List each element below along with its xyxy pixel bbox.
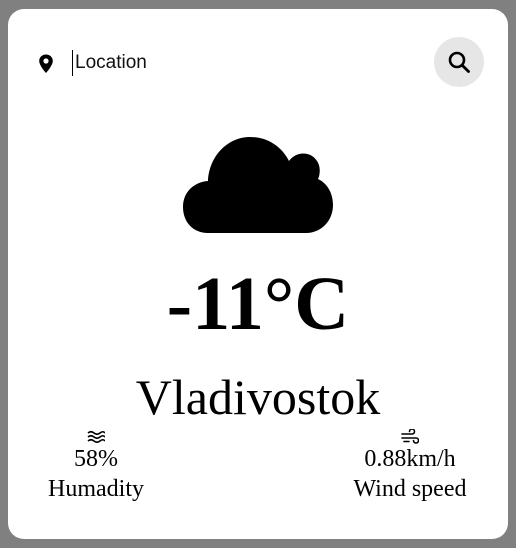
wind-speed-label: Wind speed: [353, 476, 467, 502]
wind-stat: 0.88km/h Wind speed: [340, 428, 480, 505]
location-search-input[interactable]: [72, 50, 415, 76]
temperature-display: -11°C: [166, 262, 350, 346]
humidity-value: 58%: [74, 446, 118, 472]
wind-speed-value: 0.88km/h: [364, 446, 456, 472]
map-pin-icon: [38, 54, 54, 74]
search-button[interactable]: [434, 37, 484, 87]
cloud-icon: [182, 127, 334, 235]
waves-icon: [87, 429, 106, 445]
city-name: Vladivostok: [135, 369, 381, 425]
wind-icon: [401, 428, 420, 445]
search-bar: [38, 37, 484, 89]
humidity-stat: 58% Humadity: [26, 429, 166, 505]
search-icon: [448, 51, 470, 73]
weather-card: -11°C Vladivostok 58% Humadity 0.88km/h …: [8, 9, 508, 539]
humidity-label: Humadity: [48, 476, 144, 502]
